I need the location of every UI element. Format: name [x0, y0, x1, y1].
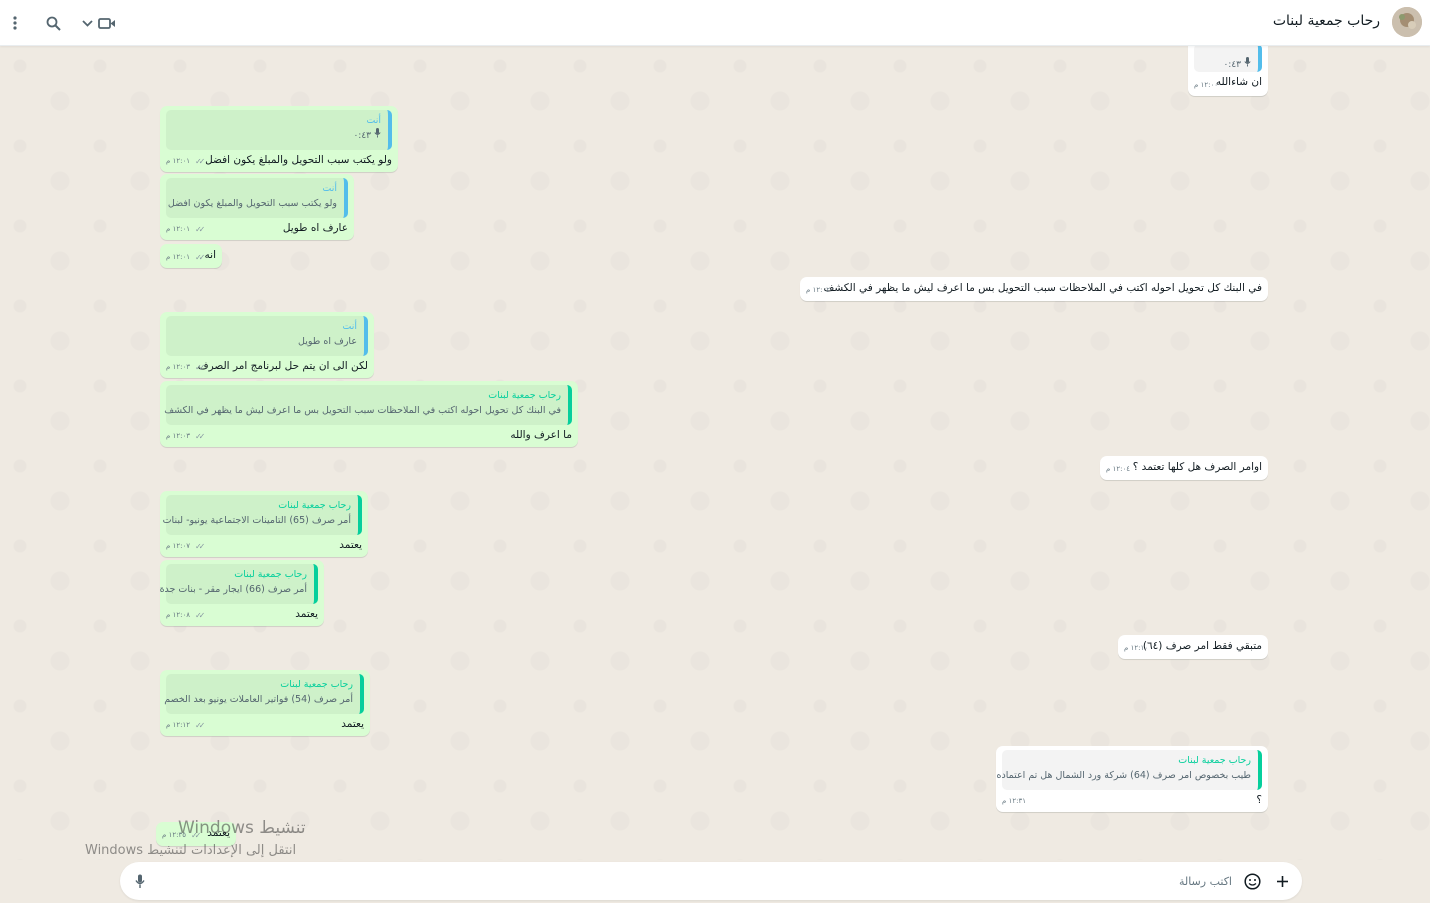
read-ticks-icon: ✓✓: [194, 432, 206, 441]
chat-header: رحاب جمعية لبنات: [0, 0, 1430, 46]
read-ticks-icon: ✓✓: [194, 611, 206, 620]
quote-block[interactable]: أنت ولو يكتب سبب التحويل والمبلغ يكون اف…: [166, 178, 348, 218]
quote-block[interactable]: رحاب جمعية لبنات أمر صرف (54) فواتير الع…: [164, 674, 364, 714]
message-bubble[interactable]: انه ١٢:٠١ م ✓✓: [160, 244, 222, 268]
voice-note[interactable]: ٠:٤٣: [173, 128, 381, 144]
avatar[interactable]: [1392, 7, 1422, 37]
message-bubble[interactable]: رحاب جمعية لبنات طيب بخصوص امر صرف (64) …: [996, 746, 1268, 812]
time-label: ١٢:٣٥ م: [162, 831, 186, 839]
quote-text: أمر صرف (54) فواتير العاملات يونيو بعد ا…: [164, 694, 353, 705]
search-icon[interactable]: [42, 12, 64, 34]
time-label: ١٢:٠١ م: [166, 157, 190, 165]
message-bubble[interactable]: رحاب جمعية لبنات أمر صرف (54) فواتير الع…: [160, 670, 370, 736]
time-label: ١٢:٠١ م: [166, 253, 190, 261]
quote-block[interactable]: أنت ٠:٤٣: [166, 110, 392, 150]
time-label: ١٢:٠٣ م: [166, 432, 190, 440]
message-time: ١٢:٣١ م: [1002, 794, 1026, 809]
time-label: ١٢:٠٧ م: [166, 542, 190, 550]
message-time: ١٢:٠٢ م: [806, 283, 830, 298]
message-bubble[interactable]: رحاب جمعية لبنات أمر صرف (65) التامينات …: [160, 491, 368, 557]
quote-text: أمر صرف (66) ايجار مقر - بنات جدة: [159, 584, 307, 595]
read-ticks-icon: ✓✓: [190, 831, 202, 840]
quote-text: أمر صرف (65) التامينات الاجتماعية يونيو-…: [162, 515, 351, 526]
read-ticks-icon: ✓✓: [194, 157, 206, 166]
time-label: ١٢:٠٢ م: [806, 286, 830, 294]
voice-note[interactable]: ٠:٤٣: [1201, 47, 1251, 73]
contact-name[interactable]: رحاب جمعية لبنات: [1273, 13, 1380, 29]
time-label: ١٢:٠٤ م: [1106, 465, 1130, 473]
message-time: ١٢:٠٤ م: [1106, 462, 1130, 477]
chevron-down-icon[interactable]: [78, 12, 96, 34]
quote-sender: رحاب جمعية لبنات: [488, 390, 561, 401]
chat-area[interactable]: ٠:٤٣ ان شاءالله ١٢:٠٠ م أنت ٠:٤٣ ولو يكت…: [0, 46, 1430, 860]
read-ticks-icon: ✓✓: [194, 363, 206, 372]
time-label: ١٢:٠١ م: [166, 225, 190, 233]
quote-block[interactable]: أنت عارف اه طويل: [166, 316, 368, 356]
message-time: ١٢:٠٣ م ✓✓: [166, 429, 206, 444]
quote-block[interactable]: رحاب جمعية لبنات طيب بخصوص امر صرف (64) …: [996, 750, 1262, 790]
time-label: ١٢:١٢ م: [166, 721, 190, 729]
quote-sender: أنت: [322, 183, 337, 194]
microphone-icon: [374, 128, 381, 144]
quote-text: في البنك كل تحويل احوله اكتب في الملاحظا…: [164, 405, 561, 416]
message-time: ١٢:٠٨ م ✓✓: [166, 608, 206, 623]
message-time: ١٢:٠٧ م ✓✓: [166, 539, 206, 554]
message-text: في البنك كل تحويل احوله اكتب في الملاحظا…: [823, 282, 1262, 294]
message-time: ١٢:١٢ م ✓✓: [166, 718, 206, 733]
menu-icon[interactable]: [4, 12, 26, 34]
quote-block[interactable]: رحاب جمعية لبنات في البنك كل تحويل احوله…: [164, 385, 572, 425]
message-bubble[interactable]: يعتمد ١٢:٣٥ م ✓✓: [156, 822, 236, 846]
message-bubble[interactable]: في البنك كل تحويل احوله اكتب في الملاحظا…: [800, 277, 1268, 301]
sticker-icon[interactable]: [1242, 871, 1262, 891]
read-ticks-icon: ✓✓: [194, 225, 206, 234]
read-ticks-icon: ✓✓: [194, 253, 206, 262]
time-label: ١٢:٠٣ م: [166, 363, 190, 371]
voice-duration: ٠:٤٣: [1223, 59, 1241, 70]
message-time: ١٢:١٠ م: [1124, 641, 1148, 656]
time-label: ١٢:٠٠ م: [1194, 81, 1218, 89]
message-time: ١٢:٣٥ م ✓✓: [162, 828, 202, 843]
quote-block[interactable]: رحاب جمعية لبنات أمر صرف (66) ايجار مقر …: [159, 564, 318, 604]
quote-sender: أنت: [342, 321, 357, 332]
message-bubble[interactable]: أنت ولو يكتب سبب التحويل والمبلغ يكون اف…: [160, 174, 354, 240]
quote-text: عارف اه طويل: [298, 336, 357, 347]
microphone-icon[interactable]: [130, 871, 150, 891]
message-time: ١٢:٠٣ م ✓✓: [166, 360, 206, 375]
read-ticks-icon: ✓✓: [194, 721, 206, 730]
message-time: ١٢:٠١ م ✓✓: [166, 250, 206, 265]
quote-sender: رحاب جمعية لبنات: [234, 569, 307, 580]
message-time: ١٢:٠٠ م: [1194, 78, 1218, 93]
video-call-icon[interactable]: [96, 12, 118, 34]
voice-duration: ٠:٤٣: [353, 130, 371, 141]
time-label: ١٢:١٠ م: [1124, 644, 1148, 652]
message-text: ما اعرف والله: [510, 429, 572, 441]
message-text: ؟: [1256, 794, 1262, 806]
quote-text: ولو يكتب سبب التحويل والمبلغ يكون افضل: [167, 198, 337, 209]
microphone-icon: [1244, 57, 1251, 73]
quote-sender: رحاب جمعية لبنات: [278, 500, 351, 511]
message-bubble[interactable]: رحاب جمعية لبنات في البنك كل تحويل احوله…: [160, 381, 578, 447]
time-label: ١٢:٠٨ م: [166, 611, 190, 619]
message-time: ١٢:٠١ م ✓✓: [166, 154, 206, 169]
read-ticks-icon: ✓✓: [194, 542, 206, 551]
message-time: ١٢:٠١ م ✓✓: [166, 222, 206, 237]
quote-text: طيب بخصوص امر صرف (64) شركة ورد الشمال ه…: [996, 770, 1251, 781]
attach-plus-icon[interactable]: [1272, 871, 1292, 891]
message-bubble[interactable]: أنت عارف اه طويل لكن الى ان يتم حل لبرنا…: [160, 312, 374, 378]
message-composer: [120, 862, 1302, 900]
time-label: ١٢:٣١ م: [1002, 797, 1026, 805]
message-input[interactable]: [232, 871, 1232, 891]
quote-block: ٠:٤٣: [1194, 46, 1262, 72]
quote-block[interactable]: رحاب جمعية لبنات أمر صرف (65) التامينات …: [162, 495, 362, 535]
message-bubble[interactable]: ٠:٤٣ ان شاءالله ١٢:٠٠ م: [1188, 46, 1268, 96]
message-bubble[interactable]: اوامر الصرف هل كلها تعتمد ؟ ١٢:٠٤ م: [1100, 456, 1268, 480]
quote-sender: رحاب جمعية لبنات: [1178, 755, 1251, 766]
message-bubble[interactable]: رحاب جمعية لبنات أمر صرف (66) ايجار مقر …: [160, 560, 324, 626]
message-bubble[interactable]: أنت ٠:٤٣ ولو يكتب سبب التحويل والمبلغ يك…: [160, 106, 398, 172]
quote-sender: أنت: [366, 115, 381, 126]
message-bubble[interactable]: متبقي فقط امر صرف (٦٤) ١٢:١٠ م: [1118, 635, 1268, 659]
quote-sender: رحاب جمعية لبنات: [280, 679, 353, 690]
